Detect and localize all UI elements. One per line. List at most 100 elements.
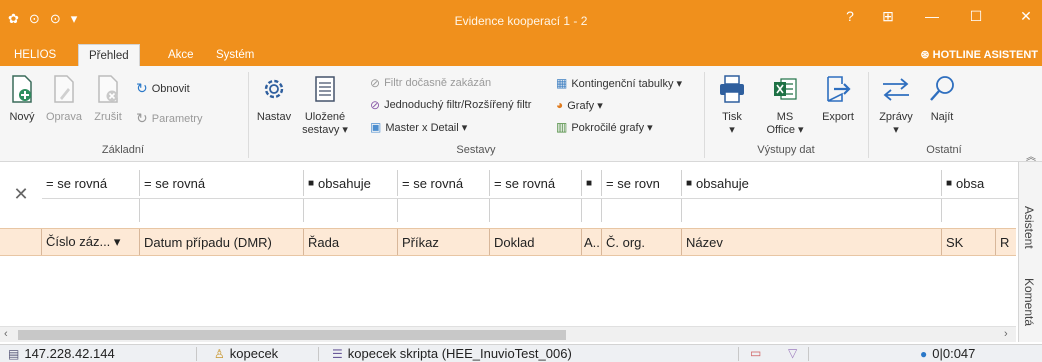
filter-input[interactable] [942,199,1018,222]
contains-icon: ■ [308,177,315,189]
status-separator [318,347,319,361]
parameters-icon: ↻ [136,110,148,126]
side-tab-asistent[interactable]: Asistent [1022,206,1036,249]
filter-input[interactable] [582,199,602,222]
grid-header-row: Číslo záz... ▾ Datum případu (DMR) Řada … [0,228,1016,256]
filter-input[interactable] [304,199,398,222]
scroll-left-icon[interactable]: ‹ [4,328,8,340]
hotline-icon: ⊛ [920,49,933,61]
saved-reports-icon [315,76,335,102]
filter-input[interactable] [602,199,682,222]
tab-akce[interactable]: Akce [158,44,204,66]
group-label-vystupy: Výstupy dat [757,144,815,156]
tab-prehled[interactable]: Přehled [78,44,140,66]
filter-operator[interactable]: = se rovná [42,170,140,196]
column-header-sk[interactable]: SK [942,229,996,255]
window-icon: ▭ [750,346,762,360]
database-icon: ☰ [332,346,343,361]
column-header-doklad[interactable]: Doklad [490,229,582,255]
status-window-icon[interactable]: ▭ [750,346,761,360]
parametry-button[interactable]: ↻ Parametry [136,110,202,127]
filter-input[interactable] [490,199,582,222]
collapse-ribbon-icon[interactable]: ︽ [1026,148,1036,163]
contains-icon: ■ [686,177,693,189]
filter-operator[interactable]: = se rovn [602,170,682,196]
tab-system[interactable]: Systém [206,44,264,66]
close-button[interactable]: ✕ [1016,8,1036,25]
column-header-r[interactable]: R [996,229,1016,255]
master-detail-button[interactable]: ▣ Master x Detail ▾ [370,120,467,134]
filter-input[interactable] [682,199,942,222]
ulozene-sestavy-button[interactable]: Uložené sestavy ▾ [300,74,350,136]
ribbon-separator [248,72,249,158]
filter-operator[interactable]: ■ obsa [942,170,1018,196]
filter-operator-row: = se rovná = se rovná ■ obsahuje = se rov… [42,170,1018,196]
hotline-assistant-button[interactable]: ⊛ HOTLINE ASISTENT [920,48,1038,61]
scrollbar-thumb[interactable] [18,330,566,340]
grafy-button[interactable]: ◕ Grafy ▾ [556,98,603,112]
status-database: ☰ kopecek skripta (HEE_InuvioTest_006) [332,346,572,361]
horizontal-scrollbar[interactable]: ‹ › [0,326,1016,342]
clear-filters-icon[interactable]: ✕ [0,166,42,222]
filter-funnel-icon: ▽ [788,346,798,360]
filtr-docasne-zakazan-button[interactable]: ⊘ Filtr dočasně zakázán [370,76,491,90]
kontingencni-tabulky-button[interactable]: ▦ Kontingenční tabulky ▾ [556,76,682,90]
search-icon [930,76,954,101]
tab-helios[interactable]: HELIOS [4,44,66,66]
help-button[interactable]: ? [840,8,860,24]
filter-operator[interactable]: = se rovná [490,170,582,196]
status-server: ▤ 147.228.42.144 [8,346,115,361]
column-header-prikaz[interactable]: Příkaz [398,229,490,255]
ms-office-button[interactable]: MS Office ▾ [760,74,810,136]
export-button[interactable]: Export [816,74,860,123]
filter-input[interactable] [140,199,304,222]
filter-operator[interactable]: ■ obsahuje [682,170,942,196]
obnovit-button[interactable]: ↻ Obnovit [136,80,190,97]
filter-input[interactable] [398,199,490,222]
maximize-button[interactable]: ☐ [966,8,986,25]
server-icon: ▤ [8,346,20,361]
minimize-button[interactable]: — [922,8,942,24]
najit-button[interactable]: Najít [924,74,960,123]
jednoduchy-filtr-button[interactable]: ⊘ Jednoduchý filtr/Rozšířený filtr [370,98,531,112]
master-detail-icon: ▣ [370,120,382,134]
pokrocile-grafy-button[interactable]: ▥ Pokročilé grafy ▾ [556,120,653,134]
status-counter: ● 0|0:047 [920,346,976,361]
status-separator [808,347,809,361]
settings-gear-icon [264,79,284,99]
pivot-table-icon: ▦ [556,76,568,90]
column-header-cislo-zaznamu[interactable]: Číslo záz... ▾ [42,229,140,255]
side-tab-komentare[interactable]: Komentá [1022,278,1036,326]
status-filter-icon[interactable]: ▽ [788,346,797,360]
status-separator [196,347,197,361]
column-header-cislo-org[interactable]: Č. org. [602,229,682,255]
filter-operator[interactable]: = se rovná [140,170,304,196]
filter-operator[interactable]: ■ obsahuje [304,170,398,196]
excel-icon [774,78,797,100]
column-header-a[interactable]: A... [582,229,602,255]
column-header-nazev[interactable]: Název [682,229,942,255]
column-header-datum-pripadu[interactable]: Datum případu (DMR) [140,229,304,255]
filter-operator[interactable]: = se rovná [398,170,490,196]
new-document-icon [12,75,32,103]
tisk-button[interactable]: Tisk ▾ [712,74,752,136]
ribbon-separator [868,72,869,158]
menu-bar: HELIOS Přehled Akce Systém ⊛ HOTLINE ASI… [0,40,1042,66]
zpravy-button[interactable]: Zprávy ▾ [874,74,918,136]
export-icon [827,76,851,102]
oprava-button[interactable]: Oprava [44,74,84,123]
column-header-rada[interactable]: Řada [304,229,398,255]
contains-icon: ■ [946,177,953,189]
zrusit-button[interactable]: Zrušit [90,74,126,123]
status-separator [738,347,739,361]
nastav-button[interactable]: Nastav [254,74,294,123]
info-icon: ● [920,346,928,361]
row-selector-header [0,229,42,255]
ribbon: Nový Oprava Zrušit ↻ Obnovit ↻ Parametry… [0,66,1042,163]
filter-operator[interactable]: ■ [582,170,602,196]
novy-button[interactable]: Nový [6,74,38,123]
scroll-right-icon[interactable]: › [1004,328,1008,340]
filter-disabled-icon: ⊘ [370,76,381,90]
filter-input[interactable] [42,199,140,222]
layout-icon[interactable]: ⊞ [878,8,898,25]
